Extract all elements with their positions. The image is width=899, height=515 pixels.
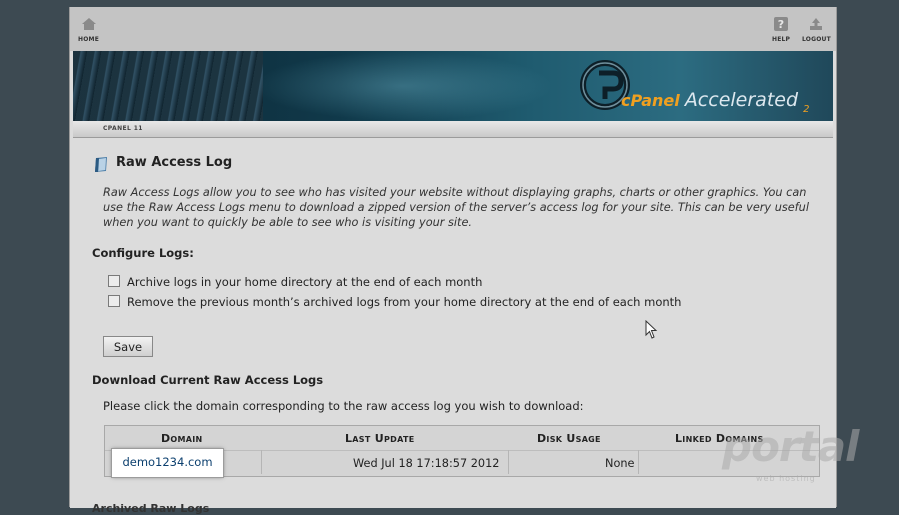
cpanel-banner: cPanel Accelerated 2 — [73, 51, 833, 121]
column-header-last-update: Last Update — [345, 432, 415, 445]
logo-brand: cPanel — [621, 91, 680, 110]
column-divider — [261, 450, 262, 474]
svg-text:?: ? — [778, 18, 785, 31]
archive-logs-checkbox[interactable] — [108, 275, 120, 287]
archived-logs-heading: Archived Raw Logs — [92, 502, 210, 515]
page-title: Raw Access Log — [116, 155, 233, 170]
logo-version: 2 — [803, 104, 810, 115]
remove-archived-logs-checkbox[interactable] — [108, 295, 120, 307]
banner-map-graphic — [253, 51, 553, 121]
column-divider — [638, 450, 639, 474]
portal-watermark: portal — [722, 422, 859, 471]
domain-download-link[interactable]: demo1234.com — [114, 455, 221, 469]
column-header-disk-usage: Disk Usage — [537, 432, 601, 445]
help-button[interactable]: ? HELP — [772, 16, 790, 43]
home-button[interactable]: HOME — [78, 16, 99, 43]
domain-cell-highlight: demo1234.com — [111, 448, 224, 478]
archive-logs-label: Archive logs in your home directory at t… — [127, 275, 483, 289]
column-divider — [508, 450, 509, 474]
breadcrumb-bar: CPANEL 11 — [73, 121, 833, 138]
logout-icon — [810, 18, 823, 30]
configure-logs-heading: Configure Logs: — [92, 246, 194, 260]
column-header-domain: Domain — [161, 432, 203, 445]
disk-usage-cell: None — [605, 457, 635, 470]
download-logs-heading: Download Current Raw Access Logs — [92, 373, 324, 387]
mouse-pointer-icon — [645, 320, 658, 339]
home-label: HOME — [78, 36, 99, 43]
remove-archived-logs-label: Remove the previous month’s archived log… — [127, 295, 682, 309]
banner-cables-graphic — [73, 51, 263, 121]
last-update-cell: Wed Jul 18 17:18:57 2012 — [353, 457, 500, 470]
download-instruction: Please click the domain corresponding to… — [103, 399, 584, 413]
logo-product: Accelerated — [684, 89, 799, 111]
logout-button[interactable]: LOGOUT — [802, 16, 831, 43]
top-toolbar: HOME ? HELP LOGOUT — [70, 7, 836, 51]
help-label: HELP — [772, 36, 791, 43]
save-button[interactable]: Save — [103, 336, 153, 357]
home-icon — [81, 18, 96, 30]
help-icon: ? — [774, 17, 789, 31]
notebook-icon — [95, 157, 107, 172]
page-description: Raw Access Logs allow you to see who has… — [103, 186, 809, 229]
portal-watermark-subtitle: web hosting — [756, 474, 816, 483]
cpanel-logo-text: cPanel Accelerated 2 — [621, 89, 809, 115]
breadcrumb[interactable]: CPANEL 11 — [103, 125, 143, 132]
logout-label: LOGOUT — [802, 36, 831, 43]
